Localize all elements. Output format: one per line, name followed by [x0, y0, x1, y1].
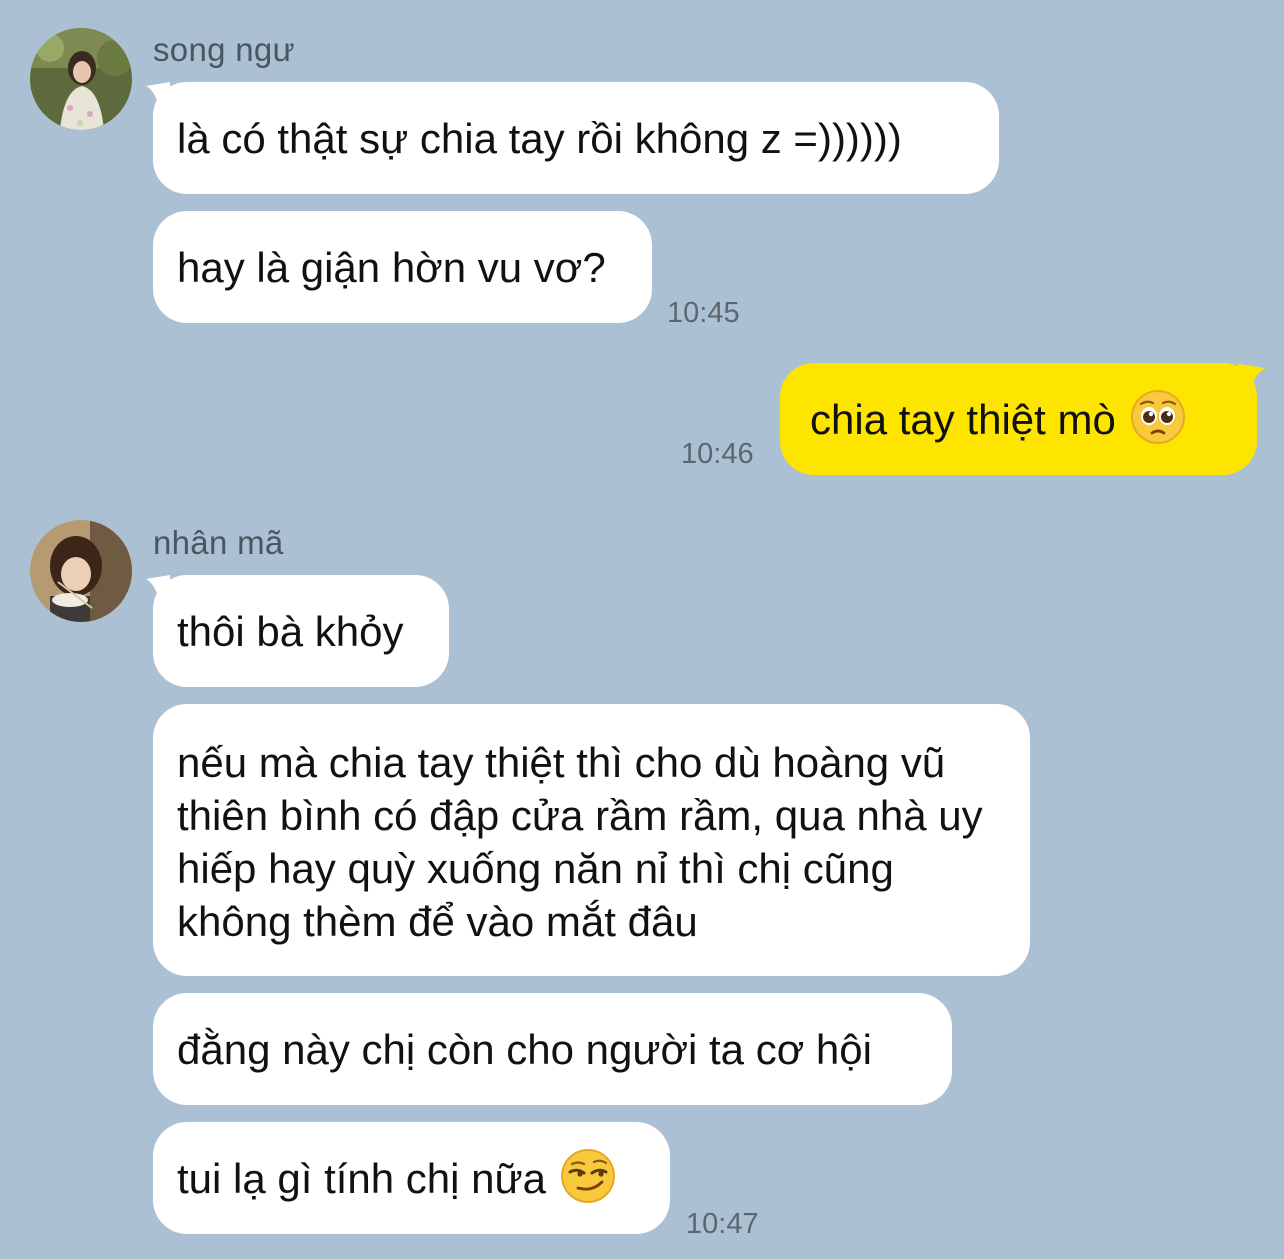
message-text: là có thật sự chia tay rồi không z =))))… [177, 114, 902, 162]
message-text: thôi bà khỏy [177, 607, 404, 655]
sender-name: song ngư [153, 31, 295, 68]
message-text: tui lạ gì tính chị nữa [177, 1154, 546, 1202]
message-text: hay là giận hờn vu vơ? [177, 243, 606, 291]
message-timestamp: 10:47 [686, 1208, 759, 1240]
message-text: chia tay thiệt mò [810, 395, 1116, 443]
avatar-song-ngu[interactable] [30, 28, 132, 130]
pleading-face-emoji [1130, 389, 1186, 445]
message-timestamp: 10:46 [681, 438, 754, 470]
message-bubble[interactable]: là có thật sự chia tay rồi không z =))))… [153, 82, 999, 194]
my-message-bubble[interactable]: chia tay thiệt mò [780, 363, 1257, 475]
message-timestamp: 10:45 [667, 297, 740, 329]
message-text: đằng này chị còn cho người ta cơ hội [177, 1025, 872, 1073]
message-bubble[interactable]: thôi bà khỏy [153, 575, 449, 687]
message-bubble[interactable]: nếu mà chia tay thiệt thì cho dù hoàng v… [153, 704, 1030, 976]
message-bubble[interactable]: hay là giận hờn vu vơ? [153, 211, 652, 323]
message-bubble[interactable]: đằng này chị còn cho người ta cơ hội [153, 993, 952, 1105]
message-text: nếu mà chia tay thiệt thì cho dù hoàng v… [177, 739, 983, 945]
sender-name: nhân mã [153, 524, 284, 561]
message-bubble[interactable]: tui lạ gì tính chị nữa [153, 1122, 670, 1234]
smirking-face-emoji [560, 1148, 616, 1204]
avatar-nhan-ma[interactable] [30, 520, 132, 622]
